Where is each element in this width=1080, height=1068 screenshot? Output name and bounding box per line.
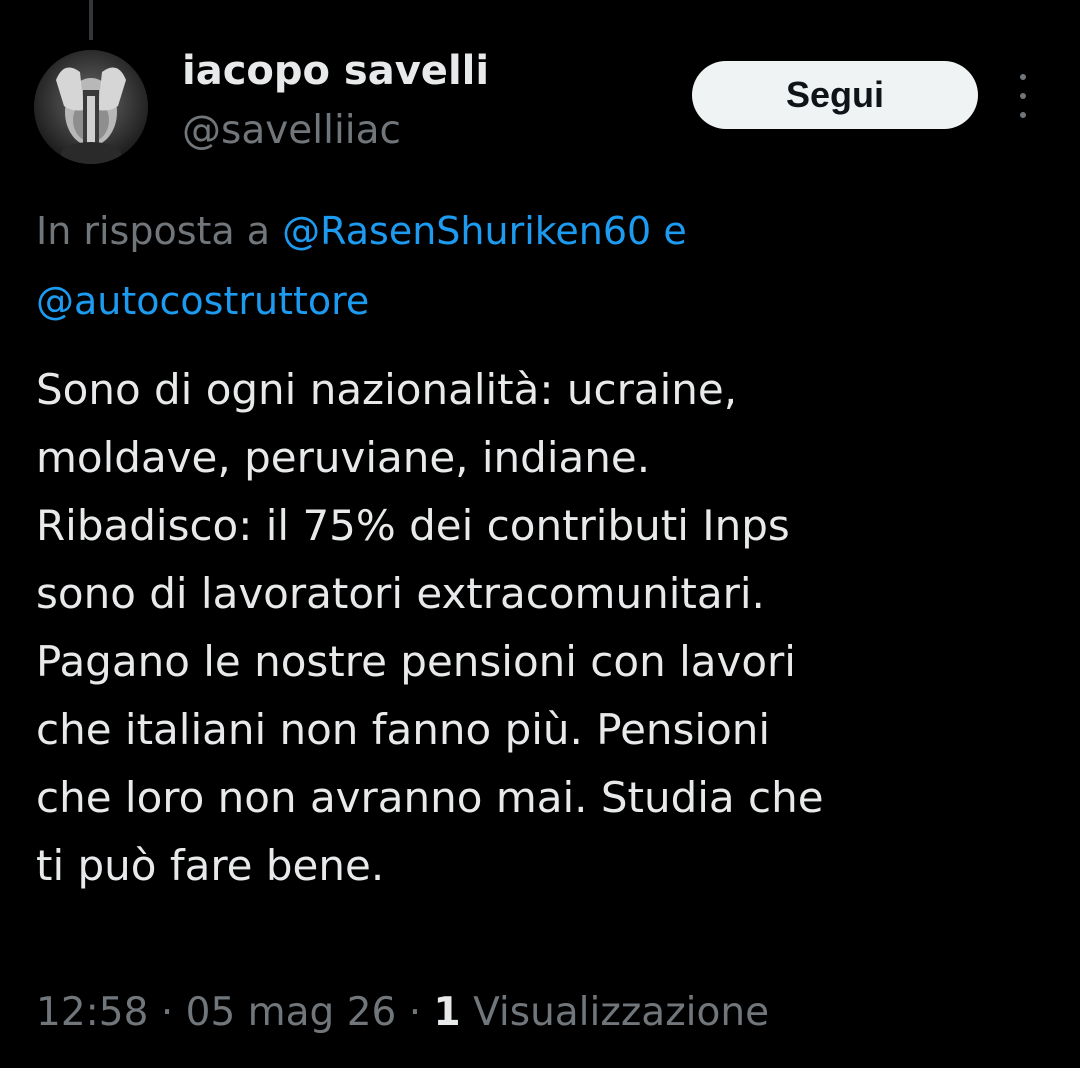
avatar-image — [34, 50, 148, 164]
tweet-text-line: che loro non avranno mai. Studia che — [36, 773, 824, 822]
views-label: Visualizzazione — [473, 990, 770, 1035]
more-dot — [1020, 74, 1026, 80]
author-display-name[interactable]: iacopo savelli — [182, 48, 489, 94]
author-handle[interactable]: @savelliiac — [182, 108, 401, 153]
tweet-text-line: moldave, peruviane, indiane. — [36, 433, 651, 482]
reply-prefix: In risposta a — [36, 209, 271, 253]
reply-context: In risposta a @RasenShuriken60 e @autoco… — [36, 196, 1046, 336]
tweet-text-line: sono di lavoratori extracomunitari. — [36, 569, 765, 618]
views-count: 1 — [433, 990, 461, 1035]
thread-connector-line — [89, 0, 93, 40]
tweet-meta: 12:58 · 05 mag 26 · 1 Visualizzazione — [36, 990, 769, 1035]
tweet-text-line: Sono di ogni nazionalità: ucraine, — [36, 365, 738, 414]
tweet-text-line: Pagano le nostre pensioni con lavori — [36, 637, 796, 686]
meta-separator: · — [408, 990, 422, 1035]
tweet-text-line: ti può fare bene. — [36, 841, 385, 890]
meta-separator: · — [160, 990, 174, 1035]
tweet-time[interactable]: 12:58 — [36, 990, 148, 1035]
tweet-date[interactable]: 05 mag 26 — [186, 990, 397, 1035]
tweet-text: Sono di ogni nazionalità: ucraine, molda… — [36, 356, 1056, 900]
mention-link[interactable]: @autocostruttore — [36, 279, 369, 323]
tweet-text-line: che italiani non fanno più. Pensioni — [36, 705, 771, 754]
more-dot — [1020, 112, 1026, 118]
more-vertical-icon[interactable] — [1008, 74, 1038, 118]
avatar[interactable] — [34, 50, 148, 164]
mention-link[interactable]: @RasenShuriken60 — [282, 209, 651, 253]
mention-conjunction: e — [663, 209, 687, 253]
follow-button[interactable]: Segui — [692, 61, 978, 129]
more-dot — [1020, 93, 1026, 99]
tweet-text-line: Ribadisco: il 75% dei contributi Inps — [36, 501, 790, 550]
